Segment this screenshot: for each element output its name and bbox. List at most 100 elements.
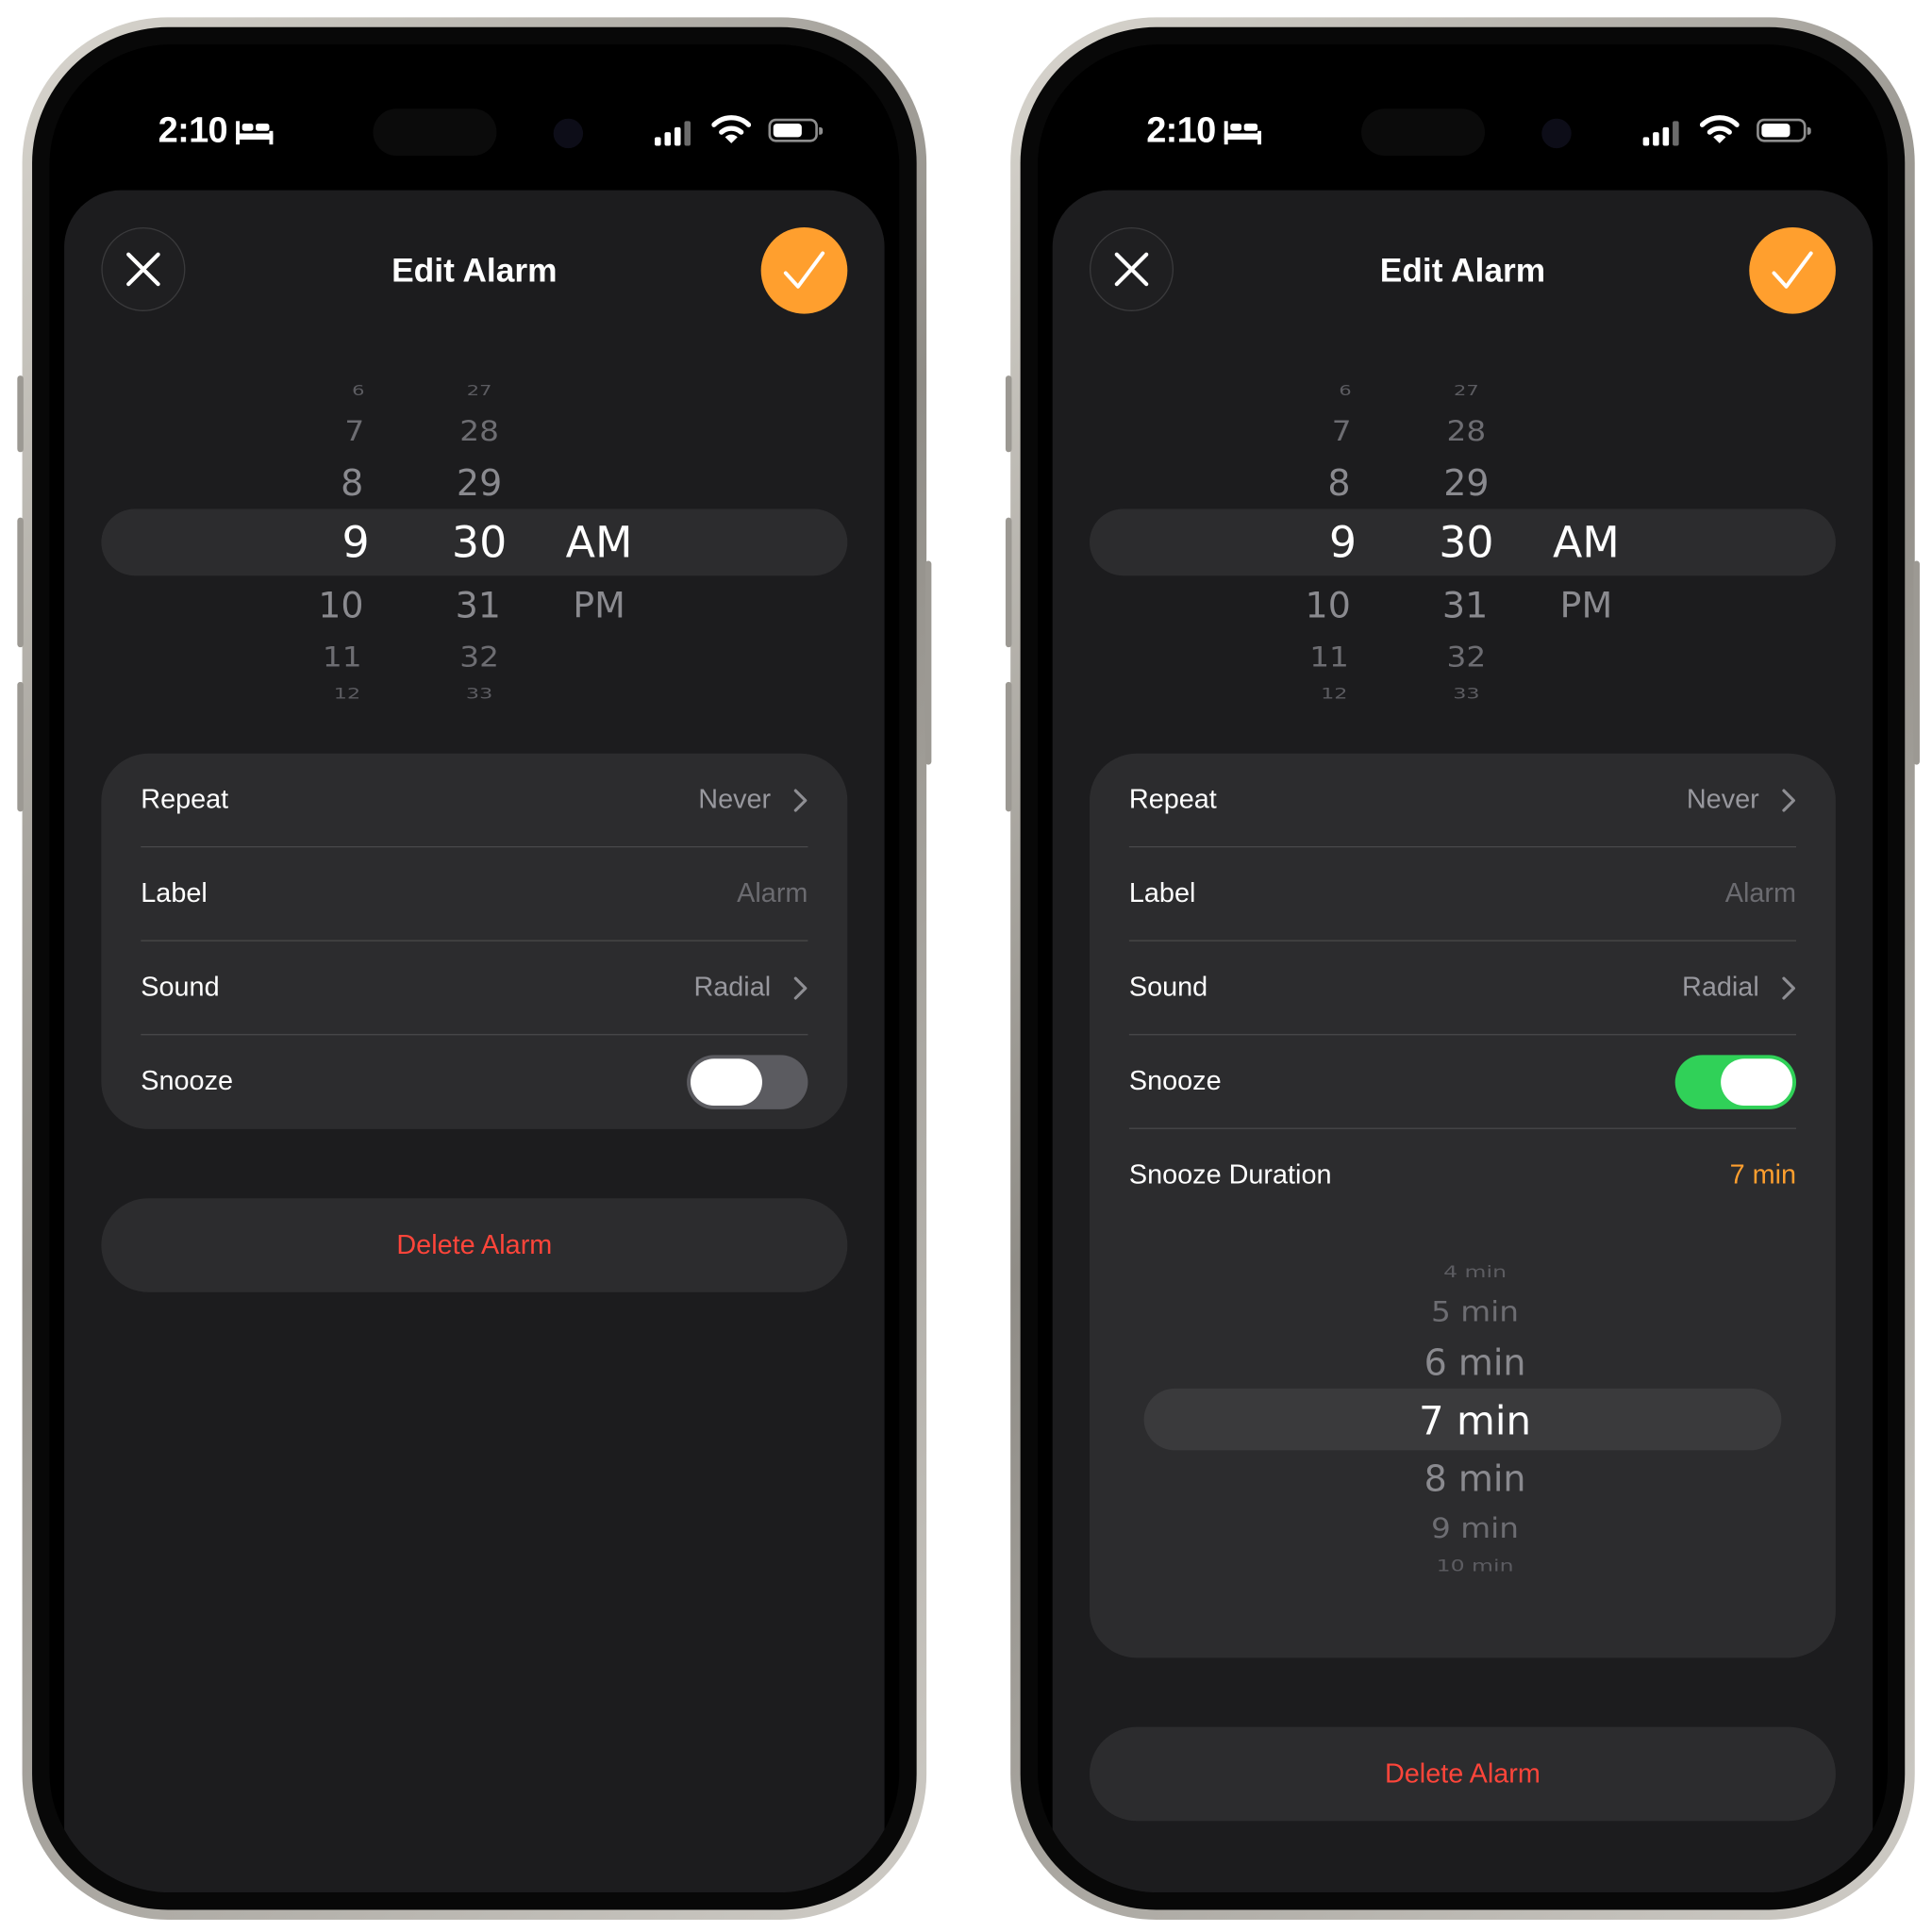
- minute-option[interactable]: 33: [466, 686, 492, 703]
- selected-period[interactable]: AM: [1553, 519, 1620, 568]
- delete-alarm-button[interactable]: Delete Alarm: [1089, 1726, 1836, 1822]
- minute-option[interactable]: 27: [467, 382, 492, 398]
- snooze-toggle[interactable]: [687, 1055, 808, 1109]
- volume-down-button: [1005, 681, 1012, 812]
- duration-option[interactable]: 6 min: [1424, 1341, 1526, 1384]
- time-picker[interactable]: 6 7 8 9 10 11 12 27 28 29 30 31 32 33 AM…: [101, 363, 848, 715]
- side-button: [924, 560, 932, 765]
- minute-option[interactable]: 32: [1447, 641, 1487, 674]
- duration-option[interactable]: 9 min: [1431, 1512, 1519, 1544]
- bed-icon: [236, 121, 274, 145]
- hour-option[interactable]: 7: [1332, 415, 1352, 447]
- repeat-row[interactable]: Repeat Never: [1128, 754, 1797, 848]
- hour-option[interactable]: 11: [323, 641, 362, 674]
- label-input[interactable]: Alarm: [1725, 877, 1796, 909]
- minute-option[interactable]: 29: [1443, 462, 1489, 505]
- bed-icon: [1224, 121, 1261, 145]
- selected-minute[interactable]: 30: [1439, 519, 1493, 568]
- wifi-icon: [711, 115, 752, 143]
- hour-option[interactable]: 12: [1321, 686, 1347, 703]
- repeat-label: Repeat: [1128, 783, 1217, 814]
- sound-row[interactable]: Sound Radial: [141, 941, 808, 1036]
- snooze-duration-picker[interactable]: 4 min 5 min 6 min 7 min 8 min 9 min 10 m…: [1143, 1236, 1782, 1594]
- toggle-knob: [1721, 1058, 1793, 1107]
- period-option-pm[interactable]: PM: [1560, 584, 1613, 626]
- minute-option[interactable]: 29: [457, 462, 502, 505]
- side-button: [1913, 560, 1920, 765]
- label-label: Label: [141, 876, 208, 908]
- snooze-row: Snooze: [141, 1035, 808, 1129]
- label-label: Label: [1128, 876, 1196, 908]
- sound-value: Radial: [693, 971, 772, 1003]
- label-row[interactable]: Label Alarm: [141, 847, 808, 941]
- delete-alarm-button[interactable]: Delete Alarm: [101, 1198, 848, 1292]
- snooze-duration-value: 7 min: [1729, 1158, 1797, 1191]
- selected-duration[interactable]: 7 min: [1419, 1397, 1531, 1444]
- edit-alarm-sheet: Edit Alarm 6 7 8 9 10 11 12 27 28 29 30 …: [64, 190, 885, 1893]
- dynamic-island: [1361, 108, 1486, 156]
- sound-row[interactable]: Sound Radial: [1128, 941, 1797, 1036]
- snooze-duration-label: Snooze Duration: [1128, 1158, 1332, 1191]
- save-button[interactable]: [760, 226, 848, 314]
- repeat-row[interactable]: Repeat Never: [141, 754, 808, 848]
- snooze-toggle[interactable]: [1674, 1055, 1797, 1109]
- cellular-signal-icon: [655, 121, 694, 146]
- selected-minute[interactable]: 30: [452, 519, 507, 568]
- hour-option[interactable]: 10: [318, 584, 363, 626]
- toggle-knob: [691, 1058, 762, 1107]
- status-bar: 2:10: [1038, 44, 1888, 180]
- minute-option[interactable]: 32: [459, 641, 499, 674]
- repeat-value: Never: [1686, 783, 1759, 814]
- snooze-duration-row[interactable]: Snooze Duration 7 min: [1129, 1129, 1796, 1224]
- action-button: [1005, 375, 1012, 453]
- minute-option[interactable]: 33: [1453, 686, 1479, 703]
- hour-option[interactable]: 10: [1306, 584, 1351, 626]
- hour-option[interactable]: 11: [1309, 641, 1349, 674]
- screen-left: 2:10 Edit Alarm 6 7 8 9 10 11 12 27 28 2…: [49, 44, 900, 1893]
- duration-option[interactable]: 5 min: [1431, 1296, 1519, 1328]
- repeat-value: Never: [698, 783, 772, 814]
- minute-option[interactable]: 31: [456, 584, 501, 626]
- sound-label: Sound: [1128, 971, 1208, 1003]
- chevron-right-icon: [793, 789, 808, 812]
- volume-up-button: [17, 517, 24, 648]
- time-picker[interactable]: 6 7 8 9 10 11 12 27 28 29 30 31 32 33 AM…: [1089, 363, 1836, 715]
- selected-hour[interactable]: 9: [1329, 519, 1357, 568]
- save-button[interactable]: [1749, 226, 1836, 314]
- battery-icon: [1757, 118, 1811, 142]
- label-row[interactable]: Label Alarm: [1128, 847, 1797, 941]
- repeat-label: Repeat: [141, 783, 229, 814]
- duration-option[interactable]: 4 min: [1443, 1263, 1507, 1281]
- hour-option[interactable]: 8: [341, 462, 363, 505]
- hour-option[interactable]: 7: [344, 415, 364, 447]
- period-option-pm[interactable]: PM: [573, 584, 625, 626]
- minute-option[interactable]: 31: [1442, 584, 1488, 626]
- volume-down-button: [17, 681, 24, 812]
- hour-option[interactable]: 6: [352, 382, 364, 398]
- snooze-label: Snooze: [1128, 1064, 1222, 1096]
- phone-frame-right: 2:10 Edit Alarm 6 7 8 9 10 11 12 27 28 2…: [1005, 17, 1920, 1920]
- hour-option[interactable]: 12: [334, 686, 360, 703]
- hour-option[interactable]: 8: [1327, 462, 1350, 505]
- selected-period[interactable]: AM: [566, 519, 633, 568]
- duration-option[interactable]: 10 min: [1437, 1557, 1514, 1575]
- selected-hour[interactable]: 9: [342, 519, 370, 568]
- front-camera: [553, 118, 584, 149]
- dynamic-island: [373, 108, 497, 156]
- checkmark-icon: [1772, 251, 1813, 289]
- snooze-row: Snooze: [1128, 1035, 1797, 1129]
- minute-option[interactable]: 28: [1447, 415, 1487, 447]
- hour-option[interactable]: 6: [1339, 382, 1351, 398]
- duration-option[interactable]: 8 min: [1424, 1457, 1526, 1500]
- chevron-right-icon: [793, 976, 808, 1000]
- minute-option[interactable]: 28: [459, 415, 499, 447]
- battery-icon: [768, 118, 824, 142]
- minute-option[interactable]: 27: [1454, 382, 1479, 398]
- sound-label: Sound: [141, 971, 220, 1003]
- sound-value: Radial: [1682, 971, 1759, 1003]
- cellular-signal-icon: [1642, 121, 1683, 146]
- front-camera: [1541, 118, 1572, 149]
- action-button: [17, 375, 24, 453]
- screen-right: 2:10 Edit Alarm 6 7 8 9 10 11 12 27 28 2…: [1037, 44, 1888, 1893]
- label-input[interactable]: Alarm: [737, 877, 808, 909]
